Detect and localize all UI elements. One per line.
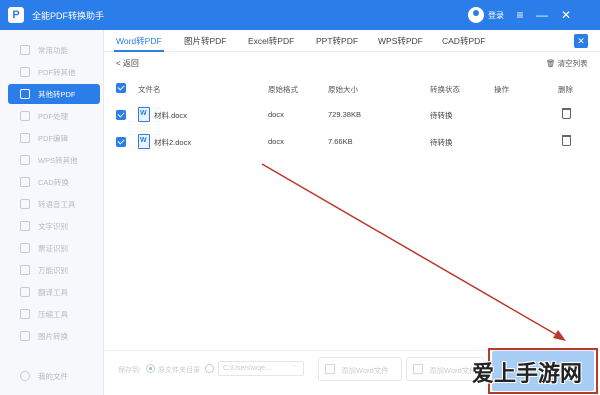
watermark: 爱上手游网: [472, 361, 583, 386]
annotation-arrow: [261, 163, 566, 341]
